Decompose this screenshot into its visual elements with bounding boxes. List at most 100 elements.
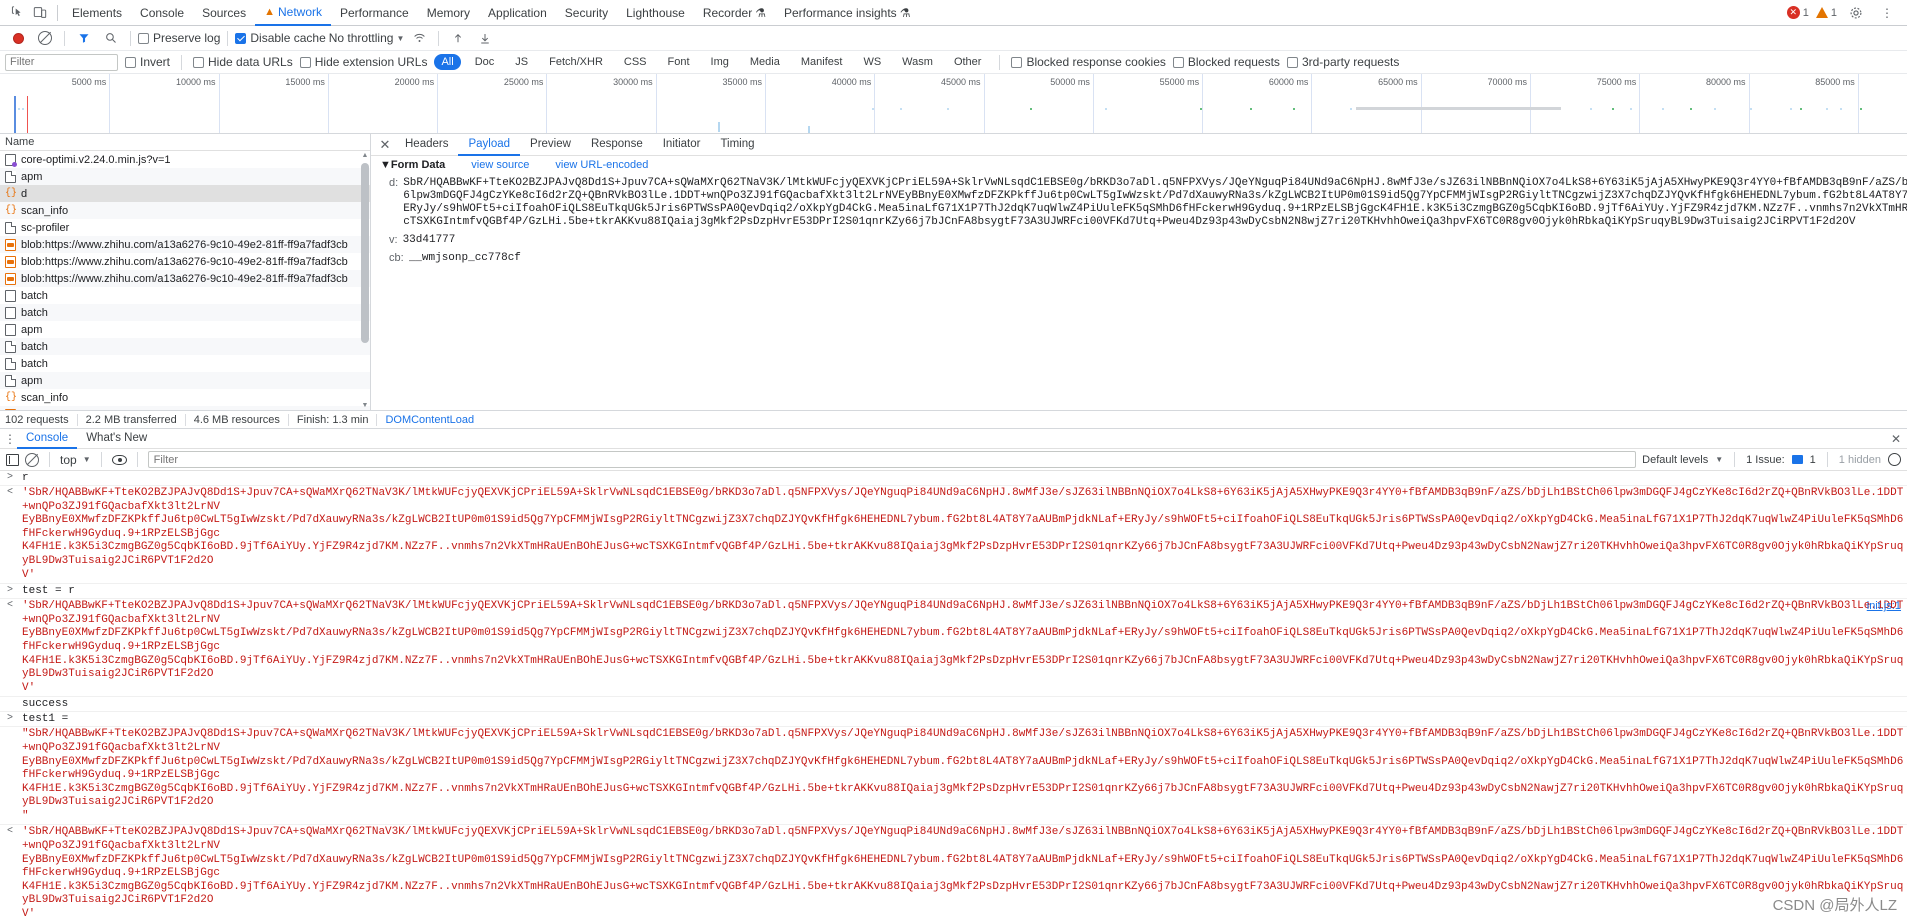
warning-count-badge[interactable]: 1	[1815, 7, 1837, 19]
device-toolbar-icon[interactable]	[28, 1, 52, 25]
type-filter-wasm[interactable]: Wasm	[895, 54, 940, 70]
type-filter-all[interactable]: All	[434, 54, 461, 70]
detail-tab-initiator[interactable]: Initiator	[653, 134, 711, 156]
view-source-link[interactable]: view source	[471, 159, 529, 171]
filter-icon[interactable]	[72, 26, 96, 50]
error-count-badge[interactable]: ✕ 1	[1786, 6, 1809, 19]
tab-performance-insights[interactable]: Performance insights ⚗	[775, 0, 919, 26]
more-options-icon[interactable]: ⋮	[3, 432, 17, 446]
console-message[interactable]: < 'SbR/HQABBwKF+TteKO2BZJPAJvQ8Dd1S+Jpuv7…	[0, 599, 1907, 698]
blocked-requests-checkbox[interactable]: Blocked requests	[1172, 55, 1280, 69]
requests-scrollbar[interactable]: ▲ ▼	[361, 151, 369, 410]
import-har-icon[interactable]	[446, 26, 470, 50]
request-row[interactable]: blob:https://www.zhihu.com/a13a6276-9c10…	[0, 253, 370, 270]
export-har-icon[interactable]	[473, 26, 497, 50]
type-filter-other[interactable]: Other	[947, 54, 989, 70]
hide-data-urls-checkbox[interactable]: Hide data URLs	[193, 55, 293, 69]
request-row[interactable]: sc-profiler	[0, 219, 370, 236]
hide-extension-urls-checkbox[interactable]: Hide extension URLs	[299, 55, 427, 69]
requests-list[interactable]: core-optimi.v2.24.0.min.js?v=1 apm{} d{} sc…	[0, 151, 370, 410]
throttling-select[interactable]: No throttling	[329, 31, 394, 45]
request-row[interactable]: batch	[0, 338, 370, 355]
type-filter-font[interactable]: Font	[661, 54, 697, 70]
console-message[interactable]: > test1 =	[0, 712, 1907, 728]
hidden-messages-label[interactable]: 1 hidden	[1839, 454, 1881, 466]
drawer-tab-whats-new[interactable]: What's New	[77, 429, 156, 449]
type-filter-img[interactable]: Img	[704, 54, 736, 70]
form-data-value[interactable]: 33d41777	[403, 234, 456, 247]
console-message[interactable]: > r	[0, 471, 1907, 486]
console-message[interactable]: "SbR/HQABBwKF+TteKO2BZJPAJvQ8Dd1S+Jpuv7C…	[0, 727, 1907, 826]
drawer-tab-console[interactable]: Console	[17, 429, 78, 449]
detail-tab-headers[interactable]: Headers	[395, 134, 458, 156]
tab-performance[interactable]: Performance	[331, 0, 418, 26]
tab-elements[interactable]: Elements	[63, 0, 131, 26]
scrollbar-thumb[interactable]	[361, 163, 369, 343]
request-row[interactable]: blob:https://www.zhihu.com/a13a6276-9c10…	[0, 236, 370, 253]
tab-lighthouse[interactable]: Lighthouse	[617, 0, 694, 26]
network-overview-timeline[interactable]: 5000 ms 10000 ms 15000 ms 20000 ms 25000 ms 3…	[0, 74, 1907, 134]
chevron-down-icon[interactable]: ▼	[1715, 455, 1723, 464]
scroll-down-arrow[interactable]: ▼	[361, 401, 369, 410]
form-data-value[interactable]: __wmjsonp_cc778cf	[409, 252, 521, 265]
disable-cache-checkbox[interactable]: Disable cache	[235, 31, 326, 45]
close-icon[interactable]: ✕	[1891, 432, 1901, 446]
tab-memory[interactable]: Memory	[418, 0, 479, 26]
tab-application[interactable]: Application	[479, 0, 556, 26]
detail-tab-preview[interactable]: Preview	[520, 134, 581, 156]
preserve-log-checkbox[interactable]: Preserve log	[138, 31, 220, 45]
chevron-down-icon[interactable]: ▼	[83, 455, 91, 464]
type-filter-fetch-xhr[interactable]: Fetch/XHR	[542, 54, 610, 70]
execution-context-select[interactable]: top	[60, 453, 77, 467]
log-levels-select[interactable]: Default levels	[1642, 454, 1708, 466]
request-row[interactable]: apm	[0, 321, 370, 338]
console-source-link[interactable]: init.js:1	[1867, 600, 1901, 612]
search-icon[interactable]	[99, 26, 123, 50]
request-row[interactable]: {} scan_info	[0, 389, 370, 406]
requests-column-header[interactable]: Name	[0, 134, 370, 151]
chevron-down-icon[interactable]: ▼	[396, 34, 404, 43]
issues-label[interactable]: 1 Issue:	[1746, 454, 1785, 466]
tab-security[interactable]: Security	[556, 0, 617, 26]
detail-tab-response[interactable]: Response	[581, 134, 653, 156]
type-filter-media[interactable]: Media	[743, 54, 787, 70]
type-filter-doc[interactable]: Doc	[468, 54, 502, 70]
console-message[interactable]: < 'SbR/HQABBwKF+TteKO2BZJPAJvQ8Dd1S+Jpuv7…	[0, 486, 1907, 585]
tab-sources[interactable]: Sources	[193, 0, 255, 26]
request-row[interactable]: {} d	[0, 185, 370, 202]
type-filter-manifest[interactable]: Manifest	[794, 54, 850, 70]
request-row[interactable]: batch	[0, 304, 370, 321]
filter-input[interactable]	[5, 53, 118, 71]
more-vertical-icon[interactable]: ⋮	[1875, 1, 1899, 25]
console-message[interactable]: < 'SbR/HQABBwKF+TteKO2BZJPAJvQ8Dd1S+Jpuv7…	[0, 825, 1907, 917]
request-row[interactable]: batch	[0, 287, 370, 304]
blocked-response-cookies-checkbox[interactable]: Blocked response cookies	[1011, 55, 1166, 69]
scroll-up-arrow[interactable]: ▲	[361, 151, 369, 160]
close-icon[interactable]: ✕	[377, 137, 393, 153]
network-conditions-icon[interactable]	[407, 26, 431, 50]
live-expression-icon[interactable]	[111, 454, 127, 465]
form-data-title[interactable]: ▼Form Data	[380, 159, 445, 171]
request-row[interactable]: blob:https://www.zhihu.com/a13a6276-9c10…	[0, 270, 370, 287]
console-filter-input[interactable]	[147, 451, 1637, 468]
request-row[interactable]: apm	[0, 372, 370, 389]
type-filter-ws[interactable]: WS	[856, 54, 888, 70]
record-button[interactable]	[6, 26, 30, 50]
detail-tab-payload[interactable]: Payload	[458, 134, 521, 156]
tab-network[interactable]: ▲ Network	[255, 0, 331, 26]
gear-icon[interactable]	[1844, 1, 1868, 25]
view-url-encoded-link[interactable]: view URL-encoded	[555, 159, 648, 171]
tab-console[interactable]: Console	[131, 0, 193, 26]
console-message-list[interactable]: > r < 'SbR/HQABBwKF+TteKO2BZJPAJvQ8Dd1S+Jpu…	[0, 471, 1907, 917]
request-row[interactable]: core-optimi.v2.24.0.min.js?v=1	[0, 151, 370, 168]
third-party-requests-checkbox[interactable]: 3rd-party requests	[1286, 55, 1399, 69]
tab-recorder[interactable]: Recorder ⚗	[694, 0, 775, 26]
type-filter-js[interactable]: JS	[508, 54, 535, 70]
show-console-sidebar-icon[interactable]	[6, 453, 19, 466]
request-row[interactable]: apm	[0, 168, 370, 185]
request-row[interactable]: blobhttps://www.zhihu.com/a13a6276-9c10-…	[0, 406, 370, 410]
request-row[interactable]: batch	[0, 355, 370, 372]
invert-checkbox[interactable]: Invert	[125, 55, 170, 69]
console-message[interactable]: success	[0, 697, 1907, 713]
console-message[interactable]: > test = r	[0, 584, 1907, 600]
